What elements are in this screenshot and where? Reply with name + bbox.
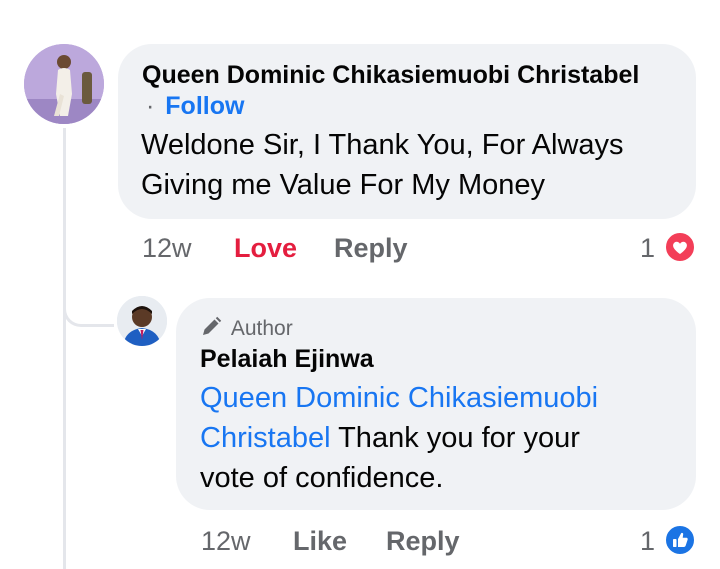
comment-love-button[interactable]: Love	[234, 233, 297, 264]
heart-icon[interactable]	[664, 231, 696, 263]
reply-text-rest: Thank you for your	[330, 422, 580, 454]
reply-like-button[interactable]: Like	[293, 526, 347, 557]
comment-actions: 12w Love Reply	[0, 233, 720, 267]
comment-timestamp[interactable]: 12w	[142, 233, 192, 264]
follow-separator: ·	[146, 92, 155, 120]
reply-timestamp[interactable]: 12w	[201, 526, 251, 557]
avatar-commenter[interactable]	[24, 44, 104, 124]
reply-text-line-1: Queen Dominic Chikasiemuobi	[200, 382, 598, 415]
comment-text-line-1: Weldone Sir, I Thank You, For Always	[141, 129, 624, 161]
follow-button[interactable]: Follow	[165, 92, 244, 120]
avatar-commenter-image	[24, 44, 104, 124]
thread-line-vertical	[63, 128, 66, 569]
comment-reply-button[interactable]: Reply	[334, 233, 408, 264]
reply-reply-button[interactable]: Reply	[386, 526, 460, 557]
reply-author-name[interactable]: Pelaiah Ejinwa	[200, 345, 374, 374]
author-badge: Author	[200, 316, 293, 341]
comment-bubble: Queen Dominic Chikasiemuobi Christabel ·…	[118, 44, 696, 219]
comment-reaction-count[interactable]: 1	[640, 233, 655, 264]
comment-author-name[interactable]: Queen Dominic Chikasiemuobi Christabel	[142, 61, 639, 90]
reply-text-line-2: Christabel Thank you for your	[200, 422, 580, 455]
avatar-reply-author[interactable]	[117, 296, 167, 346]
reply-mention-part-2[interactable]: Christabel	[200, 422, 331, 454]
thread-line-curve	[63, 290, 114, 327]
reply-bubble: Author Pelaiah Ejinwa Queen Dominic Chik…	[176, 298, 696, 510]
pencil-icon	[203, 316, 222, 335]
thumbs-up-icon[interactable]	[664, 524, 696, 556]
comment-text-line-2: Giving me Value For My Money	[141, 169, 545, 201]
thumbs-up-glyph	[673, 532, 688, 547]
avatar-reply-author-image	[117, 296, 167, 346]
heart-glyph	[673, 241, 687, 254]
author-badge-label: Author	[230, 317, 293, 340]
reply-text-line-3: vote of confidence.	[200, 462, 444, 494]
reply-actions: 12w Like Reply	[0, 526, 720, 560]
reply-reaction-count[interactable]: 1	[640, 526, 655, 557]
reply-mention-part-1[interactable]: Queen Dominic Chikasiemuobi	[200, 382, 598, 414]
follow-row: · Follow	[142, 92, 244, 121]
